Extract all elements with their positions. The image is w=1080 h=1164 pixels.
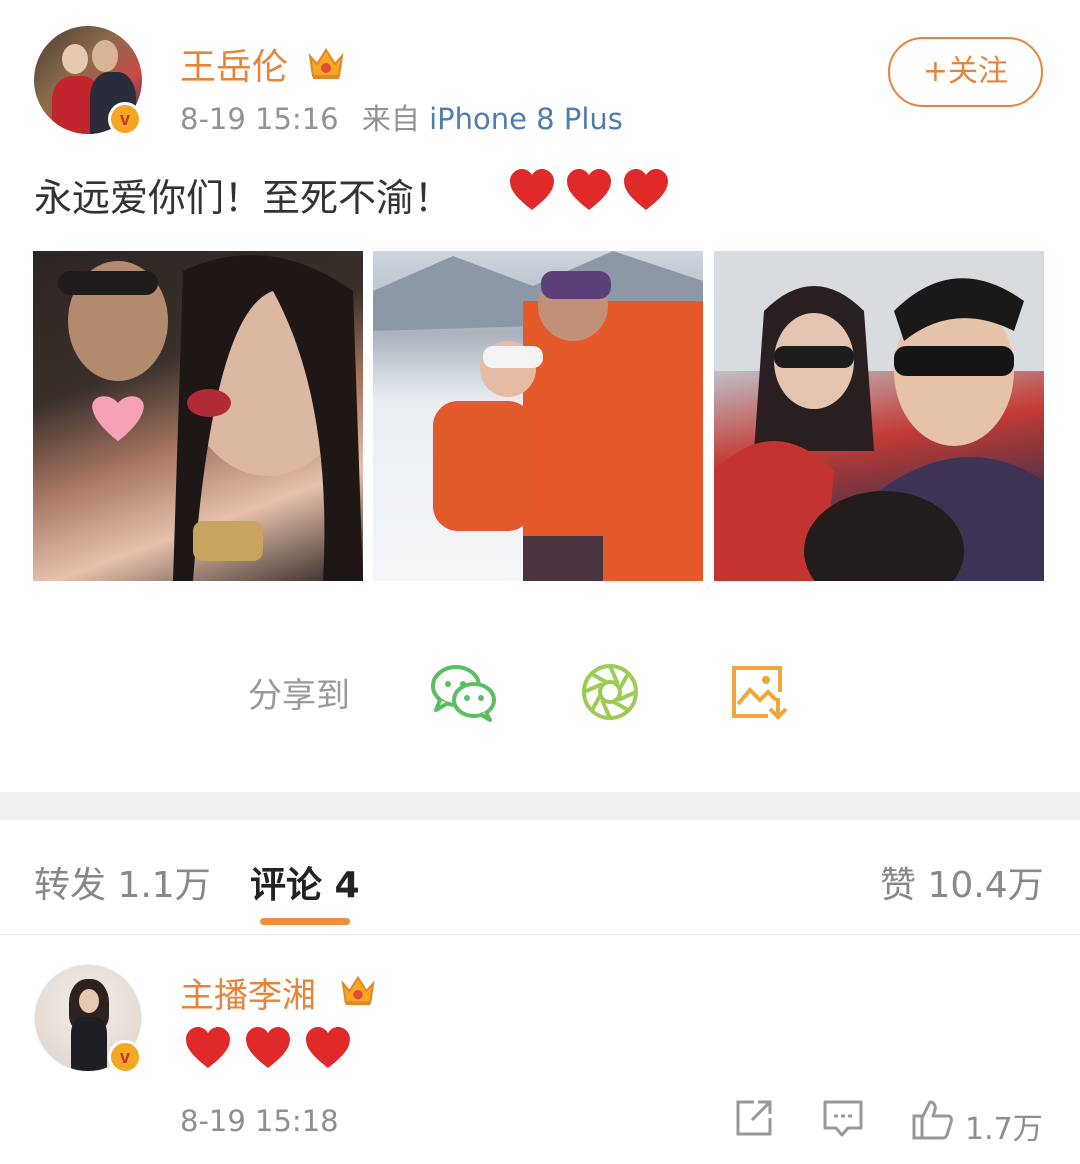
save-image-icon[interactable] [730, 664, 790, 724]
share-label: 分享到 [248, 676, 350, 716]
like-comment-icon[interactable] [910, 1098, 954, 1144]
post-text: 永远爱你们！至死不渝！ [34, 176, 453, 220]
follow-button[interactable]: +关注 [888, 37, 1043, 107]
tab-like[interactable]: 赞 10.4万 [880, 856, 1044, 908]
source-device-link[interactable]: iPhone 8 Plus [429, 102, 623, 136]
crown-icon [338, 970, 378, 1012]
verified-badge-icon: v [108, 102, 142, 136]
moments-icon[interactable] [580, 662, 640, 726]
post-photo-1[interactable] [33, 251, 363, 581]
commenter-name[interactable]: 主播李湘 [180, 968, 316, 1017]
heart-icon [246, 1027, 290, 1068]
author-name[interactable]: 王岳伦 [180, 38, 288, 90]
comment-like-count: 1.7万 [965, 1112, 1043, 1147]
comment-timestamp: 8-19 15:18 [180, 1104, 339, 1138]
source-prefix: 来自 [361, 102, 420, 136]
share-comment-icon[interactable] [734, 1098, 774, 1142]
heart-icon [624, 169, 668, 210]
heart-icon [510, 169, 554, 210]
crown-icon [305, 42, 347, 86]
heart-icon [186, 1027, 230, 1068]
heart-icon [567, 169, 611, 210]
post-photo-2[interactable] [373, 251, 703, 581]
wechat-icon[interactable] [430, 662, 498, 726]
interaction-tabs: 转发 1.1万 评论 4 赞 10.4万 [0, 820, 1080, 935]
heart-emoji-group [508, 168, 670, 212]
share-bar: 分享到 [0, 662, 1080, 722]
tab-comment[interactable]: 评论 4 [250, 856, 360, 908]
section-divider [0, 792, 1080, 820]
post-meta: 8-19 15:16 来自 iPhone 8 Plus [180, 96, 623, 138]
comment-item: v 主播李湘 8-19 15:18 1.7万 [0, 936, 1080, 1164]
tab-repost[interactable]: 转发 1.1万 [34, 856, 211, 908]
post-timestamp: 8-19 15:16 [180, 102, 339, 136]
active-tab-indicator [260, 918, 350, 925]
comment-content [184, 1026, 352, 1070]
reply-comment-icon[interactable] [822, 1098, 864, 1142]
heart-icon [306, 1027, 350, 1068]
verified-badge-icon: v [108, 1040, 142, 1074]
post-photo-3[interactable] [714, 251, 1044, 581]
